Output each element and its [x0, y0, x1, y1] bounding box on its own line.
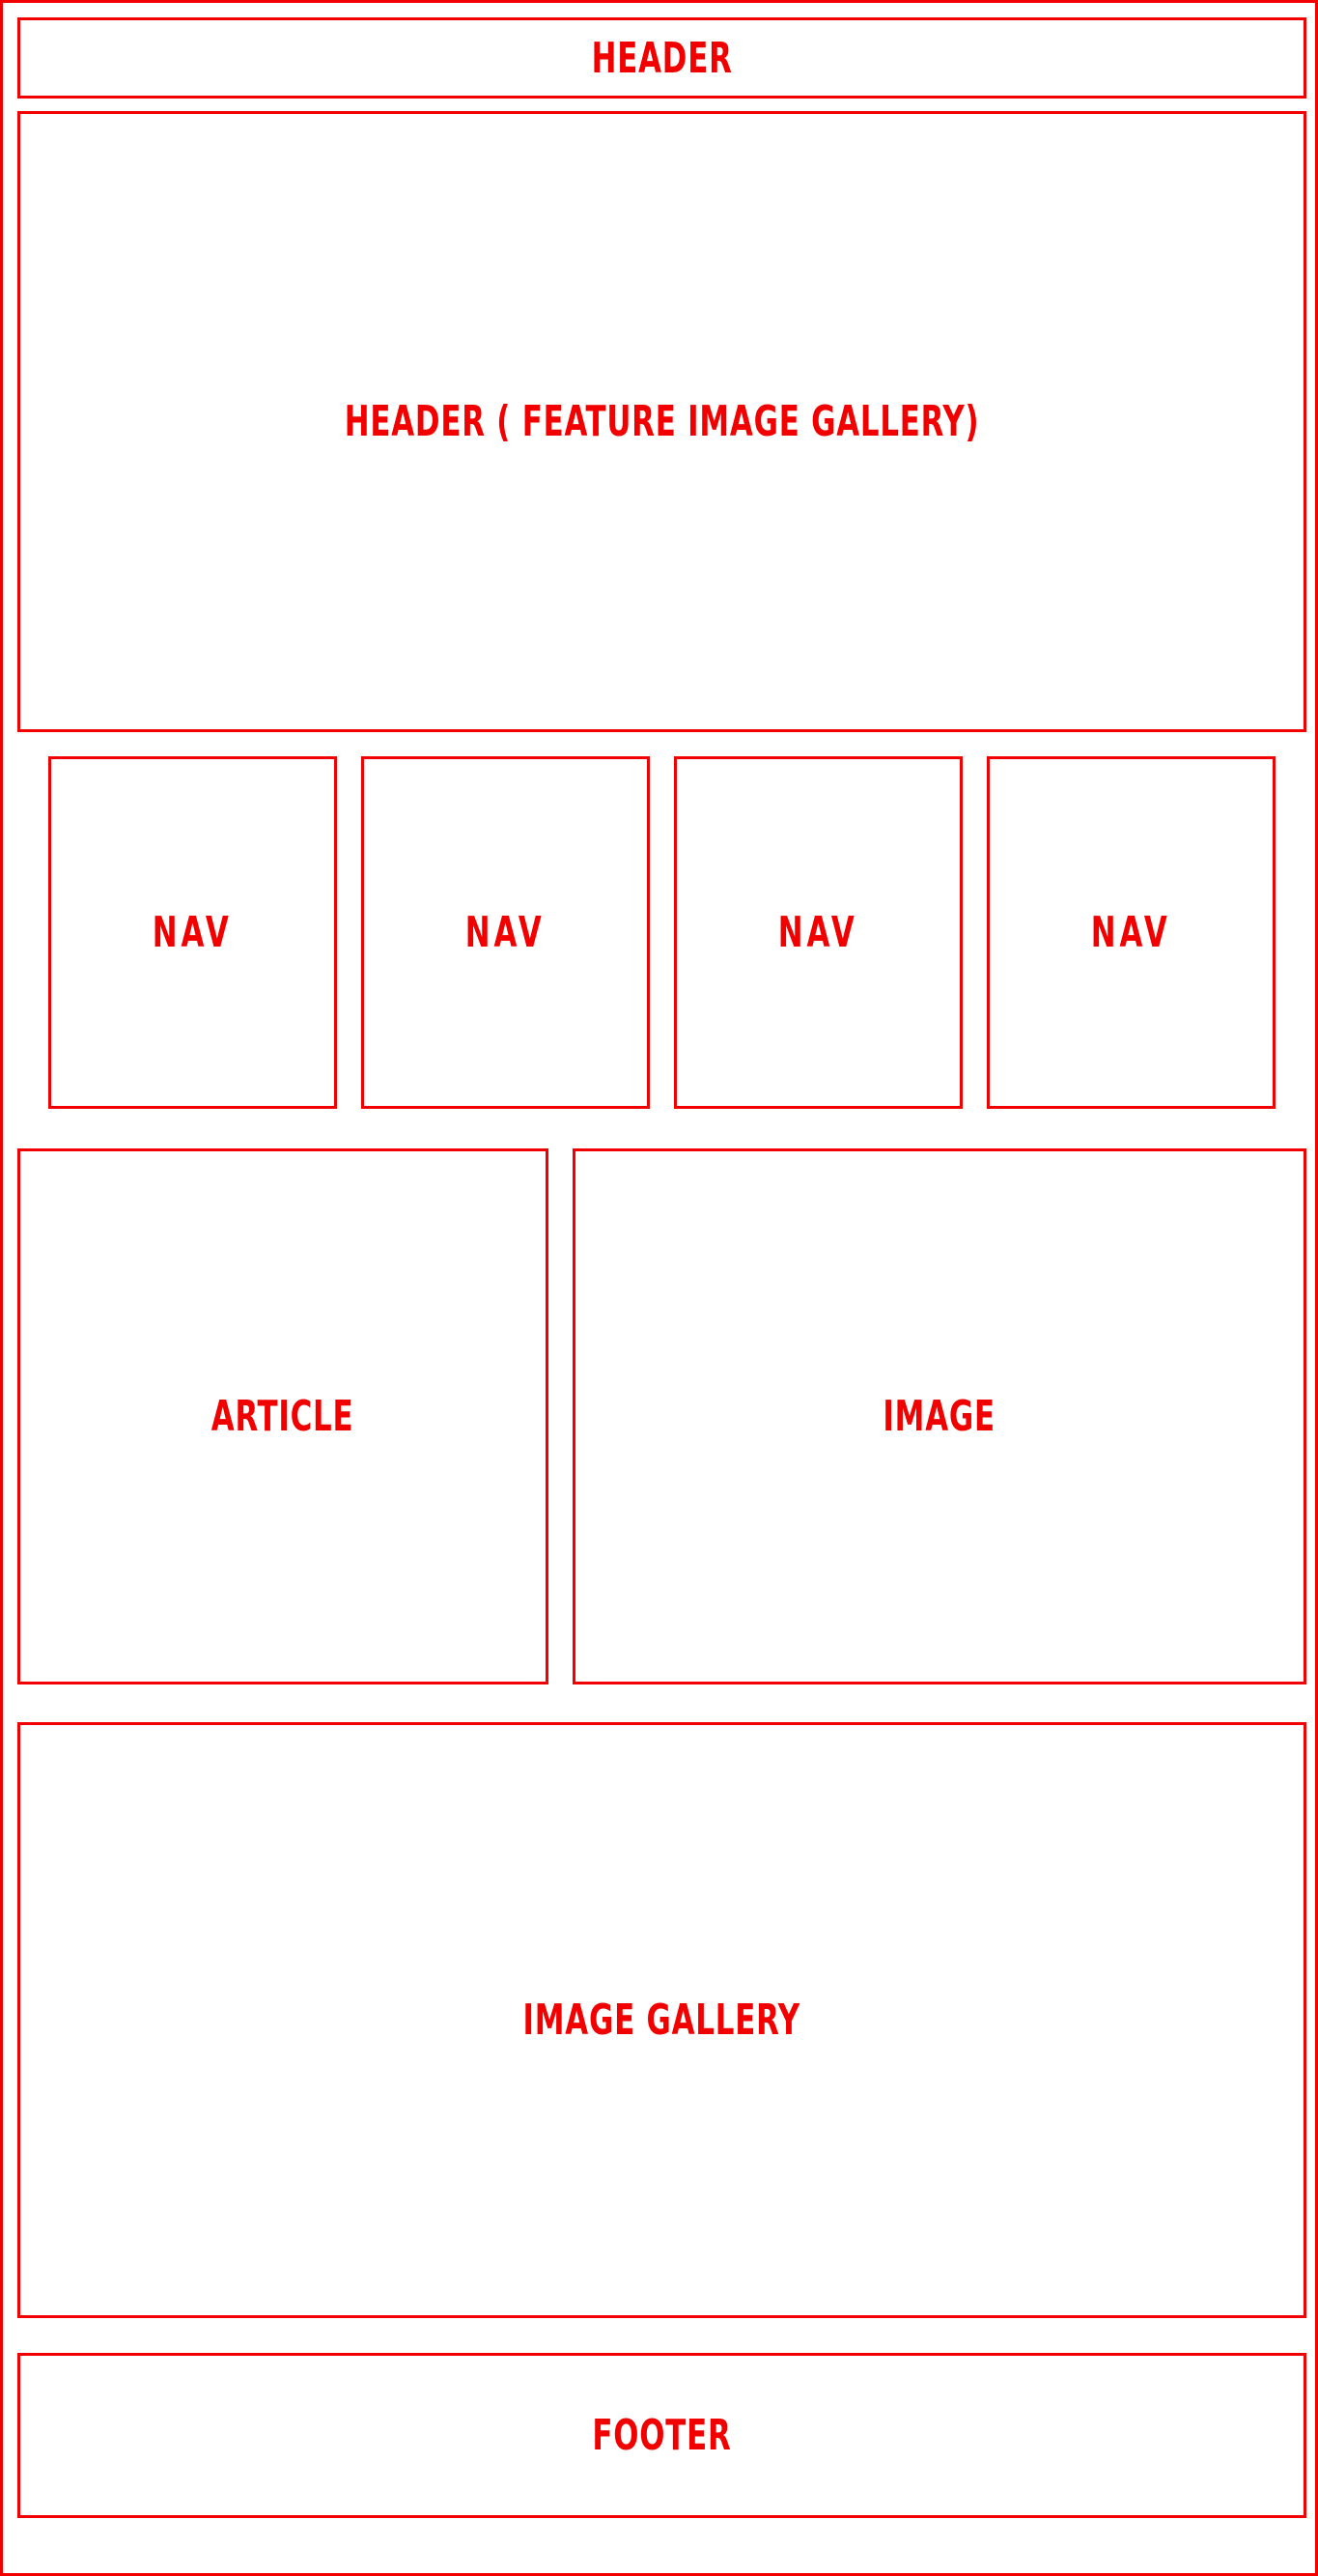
feature-gallery-block: HEADER ( FEATURE IMAGE GALLERY)	[17, 111, 1306, 732]
image-gallery-label: IMAGE GALLERY	[522, 1996, 801, 2045]
nav-block-1: NAV	[48, 756, 337, 1109]
page-frame: HEADER HEADER ( FEATURE IMAGE GALLERY) N…	[0, 0, 1318, 2576]
image-block: IMAGE	[573, 1148, 1306, 1684]
nav-label-3: NAV	[777, 908, 858, 957]
nav-label-1: NAV	[152, 908, 233, 957]
nav-block-3: NAV	[674, 756, 963, 1109]
header-label: HEADER	[591, 33, 733, 83]
article-block: ARTICLE	[17, 1148, 548, 1684]
image-label: IMAGE	[883, 1392, 996, 1441]
footer-label: FOOTER	[592, 2411, 732, 2460]
footer-block: FOOTER	[17, 2353, 1306, 2518]
nav-block-4: NAV	[987, 756, 1276, 1109]
header-block: HEADER	[17, 17, 1306, 99]
nav-block-2: NAV	[361, 756, 650, 1109]
nav-label-4: NAV	[1090, 908, 1171, 957]
nav-label-2: NAV	[464, 908, 546, 957]
feature-gallery-label: HEADER ( FEATURE IMAGE GALLERY)	[344, 397, 980, 446]
article-label: ARTICLE	[211, 1392, 354, 1441]
image-gallery-block: IMAGE GALLERY	[17, 1722, 1306, 2318]
